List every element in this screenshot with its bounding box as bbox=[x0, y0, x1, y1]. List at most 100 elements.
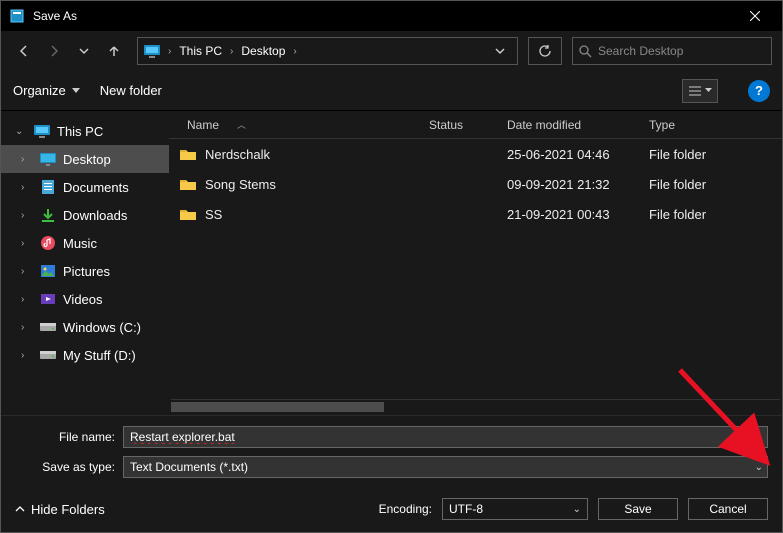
file-type: File folder bbox=[639, 207, 782, 222]
search-input[interactable] bbox=[598, 44, 765, 58]
organize-button[interactable]: Organize bbox=[13, 83, 80, 98]
close-button[interactable] bbox=[732, 1, 778, 31]
chevron-right-icon: › bbox=[166, 46, 173, 57]
sidebar-item-label: My Stuff (D:) bbox=[63, 348, 136, 363]
save-as-dialog: Save As › This PC › Desktop › Organize N… bbox=[0, 0, 783, 533]
encoding-select[interactable]: UTF-8⌄ bbox=[442, 498, 588, 520]
drive-icon bbox=[39, 346, 57, 364]
expand-icon: › bbox=[21, 238, 33, 249]
pc-icon bbox=[33, 122, 51, 140]
file-date: 09-09-2021 21:32 bbox=[497, 177, 639, 192]
file-name: Song Stems bbox=[205, 177, 276, 192]
chevron-down-icon: ⌄ bbox=[755, 462, 763, 473]
search-icon bbox=[579, 45, 592, 58]
videos-icon bbox=[39, 290, 57, 308]
sidebar-item-videos[interactable]: › Videos bbox=[1, 285, 169, 313]
sidebar-item-desktop[interactable]: › Desktop bbox=[1, 145, 169, 173]
pictures-icon bbox=[39, 262, 57, 280]
save-button[interactable]: Save bbox=[598, 498, 678, 520]
column-name[interactable]: Name︿ bbox=[169, 118, 419, 132]
expand-icon: › bbox=[21, 210, 33, 221]
column-type[interactable]: Type bbox=[639, 118, 782, 132]
downloads-icon bbox=[39, 206, 57, 224]
file-list-area: Name︿ Status Date modified Type Nerdscha… bbox=[169, 111, 782, 415]
sidebar-item-label: Pictures bbox=[63, 264, 110, 279]
sidebar-item-windows-c-[interactable]: › Windows (C:) bbox=[1, 313, 169, 341]
help-button[interactable]: ? bbox=[748, 80, 770, 102]
savetype-label: Save as type: bbox=[15, 460, 123, 474]
file-row[interactable]: Nerdschalk 25-06-2021 04:46File folder bbox=[169, 139, 782, 169]
sidebar-item-label: Windows (C:) bbox=[63, 320, 141, 335]
forward-button[interactable] bbox=[41, 38, 67, 64]
sidebar-item-music[interactable]: › Music bbox=[1, 229, 169, 257]
sidebar-item-downloads[interactable]: › Downloads bbox=[1, 201, 169, 229]
expand-icon: › bbox=[21, 266, 33, 277]
sidebar: ⌄This PC›Desktop›Documents›Downloads›Mus… bbox=[1, 111, 169, 415]
filename-label: File name: bbox=[15, 430, 123, 444]
breadcrumb-this-pc[interactable]: This PC bbox=[173, 44, 228, 58]
nav-row: › This PC › Desktop › bbox=[1, 31, 782, 71]
pc-icon bbox=[142, 41, 162, 61]
filename-input[interactable] bbox=[123, 426, 768, 448]
app-icon bbox=[9, 8, 25, 24]
sidebar-item-label: Videos bbox=[63, 292, 103, 307]
column-status[interactable]: Status bbox=[419, 118, 497, 132]
window-title: Save As bbox=[33, 9, 77, 23]
sidebar-item-my-stuff-d-[interactable]: › My Stuff (D:) bbox=[1, 341, 169, 369]
sidebar-item-label: This PC bbox=[57, 124, 103, 139]
drive-icon bbox=[39, 318, 57, 336]
expand-icon: › bbox=[21, 322, 33, 333]
file-type: File folder bbox=[639, 177, 782, 192]
sidebar-item-label: Downloads bbox=[63, 208, 127, 223]
music-icon bbox=[39, 234, 57, 252]
new-folder-button[interactable]: New folder bbox=[100, 83, 162, 98]
folder-icon bbox=[179, 146, 197, 162]
file-name: SS bbox=[205, 207, 222, 222]
recent-button[interactable] bbox=[71, 38, 97, 64]
file-type: File folder bbox=[639, 147, 782, 162]
savetype-select[interactable]: Text Documents (*.txt)⌄ bbox=[123, 456, 768, 478]
documents-icon bbox=[39, 178, 57, 196]
action-row: Hide Folders Encoding: UTF-8⌄ Save Cance… bbox=[1, 490, 782, 532]
chevron-down-icon: ⌄ bbox=[573, 504, 581, 515]
expand-icon: › bbox=[21, 350, 33, 361]
address-bar[interactable]: › This PC › Desktop › bbox=[137, 37, 518, 65]
sidebar-item-label: Music bbox=[63, 236, 97, 251]
expand-icon: › bbox=[21, 182, 33, 193]
up-button[interactable] bbox=[101, 38, 127, 64]
file-list[interactable]: Nerdschalk25-06-2021 04:46File folderSon… bbox=[169, 139, 782, 399]
search-box[interactable] bbox=[572, 37, 772, 65]
sidebar-item-documents[interactable]: ›Documents bbox=[1, 173, 169, 201]
expand-icon: › bbox=[21, 294, 33, 305]
titlebar: Save As bbox=[1, 1, 782, 31]
hide-folders-button[interactable]: Hide Folders bbox=[15, 502, 105, 517]
address-dropdown[interactable] bbox=[487, 38, 513, 64]
chevron-right-icon: › bbox=[291, 46, 298, 57]
sidebar-item-pictures[interactable]: › Pictures bbox=[1, 257, 169, 285]
desktop-icon bbox=[39, 150, 57, 168]
refresh-button[interactable] bbox=[528, 37, 562, 65]
encoding-label: Encoding: bbox=[379, 502, 432, 516]
breadcrumb-desktop[interactable]: Desktop bbox=[235, 44, 291, 58]
horizontal-scrollbar[interactable] bbox=[171, 399, 780, 413]
column-date[interactable]: Date modified bbox=[497, 118, 639, 132]
file-name: Nerdschalk bbox=[205, 147, 270, 162]
file-date: 21-09-2021 00:43 bbox=[497, 207, 639, 222]
back-button[interactable] bbox=[11, 38, 37, 64]
view-button[interactable] bbox=[682, 79, 718, 103]
folder-icon bbox=[179, 176, 197, 192]
sort-asc-icon: ︿ bbox=[237, 118, 246, 131]
sidebar-item-this-pc[interactable]: ⌄ This PC bbox=[1, 117, 169, 145]
sidebar-item-label: Desktop bbox=[63, 152, 111, 167]
file-row[interactable]: SS 21-09-2021 00:43File folder bbox=[169, 199, 782, 229]
column-headers: Name︿ Status Date modified Type bbox=[169, 111, 782, 139]
scrollbar-thumb[interactable] bbox=[171, 402, 384, 412]
filename-panel: File name: Save as type: Text Documents … bbox=[1, 415, 782, 490]
chevron-right-icon: › bbox=[228, 46, 235, 57]
file-row[interactable]: Song Stems 09-09-2021 21:32File folder bbox=[169, 169, 782, 199]
expand-icon: › bbox=[21, 154, 33, 165]
folder-icon bbox=[179, 206, 197, 222]
cancel-button[interactable]: Cancel bbox=[688, 498, 768, 520]
file-date: 25-06-2021 04:46 bbox=[497, 147, 639, 162]
expand-icon: ⌄ bbox=[15, 126, 27, 137]
